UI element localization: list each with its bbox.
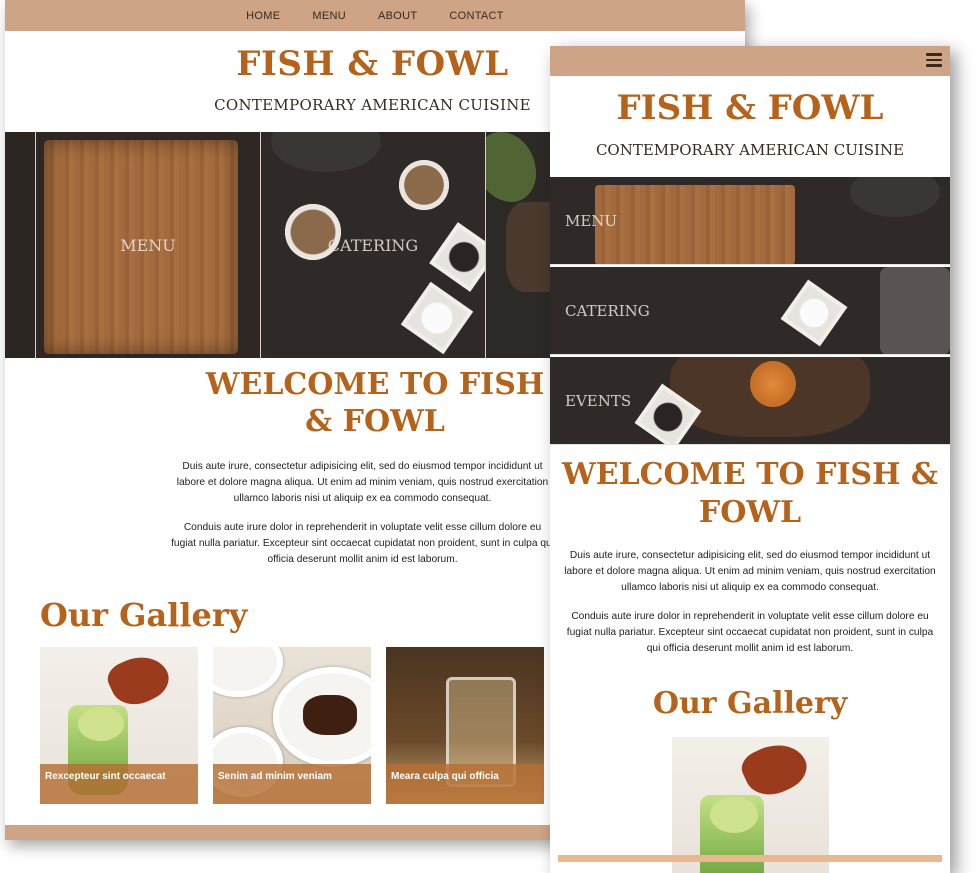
gallery-item[interactable]: Rexcepteur sint occaecat	[40, 647, 198, 804]
gallery-caption: Rexcepteur sint occaecat	[40, 764, 198, 804]
nav-about-link[interactable]: ABOUT	[362, 10, 433, 22]
garnish-image	[78, 707, 124, 741]
mobile-tile-catering-label: CATERING	[565, 301, 650, 320]
dark-bowl-image	[850, 177, 940, 217]
mobile-nav-bar	[550, 46, 950, 76]
nav-menu-link[interactable]: MENU	[296, 10, 362, 22]
welcome-paragraph-2: Conduis aute irure dolor in reprehenderi…	[171, 522, 554, 565]
dark-bowl-image	[271, 132, 381, 172]
gallery-caption: Meara culpa qui officia	[386, 764, 544, 804]
mobile-caption-strip	[558, 855, 942, 862]
mobile-gallery-heading: Our Gallery	[652, 686, 848, 721]
sauce-image	[303, 695, 357, 735]
spice-jar-image	[399, 160, 449, 210]
gallery-heading: Our Gallery	[40, 596, 248, 634]
desktop-nav-bar: HOME MENU ABOUT CONTACT	[5, 0, 745, 31]
mobile-tile-menu[interactable]: MENU	[550, 177, 950, 265]
cutting-board-image	[595, 185, 795, 264]
tile-menu[interactable]: MENU	[35, 132, 260, 358]
bacon-image	[736, 737, 814, 804]
hamburger-icon[interactable]	[926, 53, 942, 69]
welcome-body: Duis aute irure, consectetur adipisicing…	[170, 459, 555, 582]
salt-dish-image	[400, 281, 474, 355]
nav-contact-link[interactable]: CONTACT	[433, 10, 519, 22]
garnish-image	[710, 797, 758, 833]
gallery-item[interactable]: Meara culpa qui officia	[386, 647, 544, 804]
salt-dish-image	[780, 279, 848, 347]
tile-edge-image	[5, 132, 35, 358]
mobile-tile-catering[interactable]: CATERING	[550, 267, 950, 355]
mobile-welcome-heading: WELCOME TO FISH & FOWL	[562, 457, 938, 530]
mobile-welcome-body: Duis aute irure, consectetur adipisicing…	[560, 548, 940, 671]
tile-catering[interactable]: CATERING	[260, 132, 485, 358]
bacon-image	[102, 647, 176, 714]
welcome-paragraph-1: Duis aute irure, consectetur adipisicing…	[176, 461, 549, 504]
nav-home-link[interactable]: HOME	[230, 10, 296, 22]
tile-catering-label: CATERING	[327, 235, 419, 255]
mobile-mockup: FISH & FOWL CONTEMPORARY AMERICAN CUISIN…	[550, 46, 950, 873]
cleaver-image	[880, 267, 950, 354]
orange-image	[750, 361, 796, 407]
mobile-tile-events-label: EVENTS	[565, 391, 632, 410]
tile-menu-label: MENU	[120, 235, 176, 255]
mobile-welcome-paragraph-1: Duis aute irure, consectetur adipisicing…	[564, 550, 936, 593]
mobile-gallery-item[interactable]	[672, 737, 829, 873]
mobile-site-tagline: CONTEMPORARY AMERICAN CUISINE	[595, 141, 905, 159]
gallery-grid: Rexcepteur sint occaecat Senim ad minim …	[40, 647, 544, 804]
herb-image	[486, 132, 536, 202]
gallery-item[interactable]: Senim ad minim veniam	[213, 647, 371, 804]
mobile-tile-menu-label: MENU	[565, 211, 618, 230]
gallery-caption: Senim ad minim veniam	[213, 764, 371, 804]
mobile-site-title: FISH & FOWL	[616, 88, 884, 128]
mobile-tile-events[interactable]: EVENTS	[550, 357, 950, 445]
mobile-welcome-paragraph-2: Conduis aute irure dolor in reprehenderi…	[566, 611, 934, 654]
welcome-heading: WELCOME TO FISH & FOWL	[205, 367, 545, 439]
pepper-dish-image	[429, 222, 485, 292]
plate-image	[213, 647, 283, 697]
